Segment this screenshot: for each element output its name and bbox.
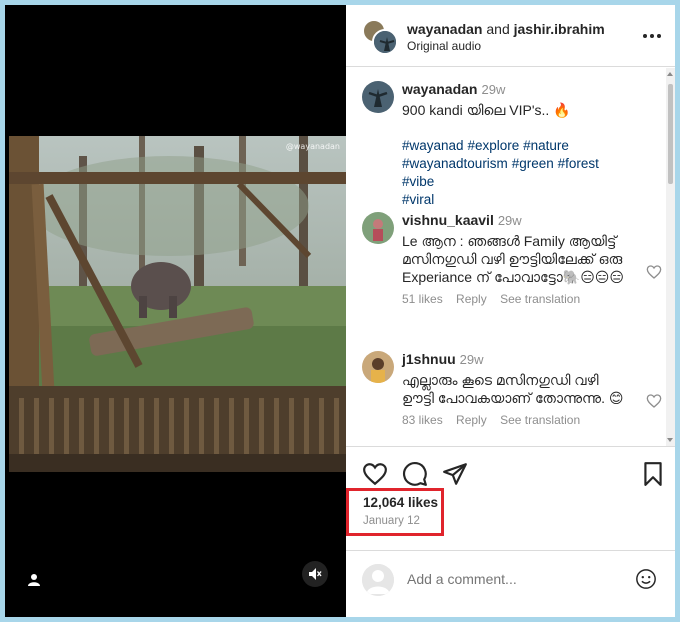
reel-video[interactable]: @wayanadan (9, 136, 346, 472)
comment-avatar[interactable] (362, 351, 394, 383)
post-details-panel: wayanadan and jashir.ibrahim Original au… (346, 5, 675, 617)
hashtag[interactable]: #wayanadtourism (402, 156, 508, 171)
caption-username[interactable]: wayanadan (402, 81, 477, 97)
share-icon[interactable] (442, 461, 468, 487)
header-joiner: and (486, 21, 510, 37)
comment-like-icon[interactable] (646, 393, 662, 409)
comment-likes[interactable]: 83 likes (402, 413, 443, 427)
media-panel: @wayanadan (5, 5, 346, 617)
caption-hashtags: #wayanad #explore #nature #wayanadtouris… (402, 137, 632, 209)
comment-text: Le ആന : ഞങ്ങൾ Family ആയിട്ട് മസിനഗുഡി വഴ… (402, 233, 624, 285)
comment-time: 29w (497, 213, 522, 228)
action-bar (346, 446, 675, 486)
comment-avatar[interactable] (362, 212, 394, 244)
comment-like-icon[interactable] (646, 264, 662, 280)
comment-meta: 83 likes Reply See translation (402, 413, 632, 427)
comment-username[interactable]: j1shnuu (402, 351, 456, 367)
hashtag[interactable]: #nature (523, 138, 569, 153)
header-usernames: wayanadan and jashir.ibrahim (407, 21, 605, 37)
see-translation-link[interactable]: See translation (500, 292, 580, 306)
comment-text: എല്ലാരും കൂടെ മസിനഗുഡി വഴി ഊട്ടി പോവകയാണ… (402, 372, 624, 406)
see-translation-link[interactable]: See translation (500, 413, 580, 427)
comment-item: j1shnuu 29w എല്ലാരും കൂടെ മസിനഗുഡി വഴി ഊട… (362, 351, 662, 446)
hashtag[interactable]: #vibe (402, 174, 434, 189)
likes-count[interactable]: 12,064 likes (363, 495, 438, 510)
post-date: January 12 (363, 515, 420, 527)
reply-button[interactable]: Reply (456, 292, 487, 306)
comment-time: 29w (459, 352, 484, 367)
user-tag-icon[interactable] (27, 573, 41, 587)
emoji-icon[interactable] (635, 568, 657, 590)
mute-button[interactable] (302, 561, 328, 587)
header-user-secondary[interactable]: jashir.ibrahim (514, 21, 605, 37)
scroll-up-arrow[interactable] (667, 72, 673, 76)
comments-list: wayanadan 29w 900 kandi യിലെ VIP's.. 🔥 #w… (346, 68, 666, 446)
more-options-icon[interactable] (643, 27, 661, 45)
hashtag[interactable]: #viral (402, 192, 434, 207)
caption-entry: wayanadan 29w 900 kandi യിലെ VIP's.. 🔥 #w… (362, 81, 662, 209)
video-watermark: @wayanadan (285, 142, 340, 151)
comments-scrollbar[interactable] (666, 68, 675, 446)
hashtag[interactable]: #explore (467, 138, 519, 153)
avatar-primary (372, 29, 398, 55)
comment-username[interactable]: vishnu_kaavil (402, 212, 494, 228)
add-comment-bar (346, 550, 675, 617)
caption-time: 29w (481, 82, 506, 97)
bookmark-icon[interactable] (642, 461, 668, 487)
collab-avatars[interactable] (362, 19, 398, 55)
hashtag[interactable]: #green (512, 156, 554, 171)
hashtag[interactable]: #forest (558, 156, 599, 171)
scroll-down-arrow[interactable] (667, 438, 673, 442)
current-user-avatar (362, 564, 394, 596)
audio-label[interactable]: Original audio (407, 39, 481, 53)
video-frame-illustration (9, 136, 346, 472)
caption-avatar[interactable] (362, 81, 394, 113)
heart-icon[interactable] (362, 461, 388, 487)
muted-speaker-icon (309, 568, 322, 580)
caption-text: 900 kandi യിലെ VIP's.. 🔥 (402, 102, 571, 118)
hashtag[interactable]: #wayanad (402, 138, 464, 153)
add-comment-input[interactable] (407, 571, 607, 587)
comment-likes[interactable]: 51 likes (402, 292, 443, 306)
comment-item: vishnu_kaavil 29w Le ആന : ഞങ്ങൾ Family ആയ… (362, 212, 662, 337)
scroll-thumb[interactable] (668, 84, 673, 184)
post-header: wayanadan and jashir.ibrahim Original au… (346, 5, 675, 67)
header-user-primary[interactable]: wayanadan (407, 21, 482, 37)
comment-icon[interactable] (402, 461, 428, 487)
comment-meta: 51 likes Reply See translation (402, 292, 632, 306)
reply-button[interactable]: Reply (456, 413, 487, 427)
